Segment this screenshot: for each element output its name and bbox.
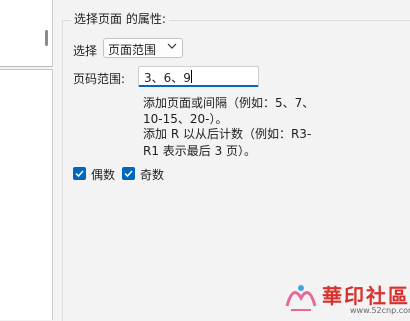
page-range-input[interactable]: 3、6、9 (138, 66, 259, 87)
watermark-title: 華印社區 (322, 284, 410, 308)
text-caret (191, 70, 192, 83)
help-line-1: 添加页面或间隔（例如：5、7、 (143, 96, 315, 110)
dropdown-value: 页面范围 (108, 43, 157, 57)
odd-label[interactable]: 奇数 (140, 166, 164, 183)
checkmark-icon (75, 170, 84, 178)
watermark-logo (285, 285, 317, 311)
even-label[interactable]: 偶数 (91, 166, 115, 183)
group-title: 选择页面 的属性: (71, 10, 169, 27)
page-range-label: 页码范围: (73, 72, 126, 86)
chevron-down-icon (167, 43, 177, 49)
checkmark-icon (124, 170, 133, 178)
select-label: 选择 (73, 44, 98, 58)
watermark-url: www.52cnp.com (350, 306, 410, 315)
page-range-value: 3、6、9 (144, 71, 191, 85)
page-selection-dropdown[interactable]: 页面范围 (103, 38, 183, 58)
odd-checkbox[interactable] (122, 167, 135, 180)
preview-list-bottom[interactable] (0, 69, 53, 320)
even-checkbox[interactable] (73, 167, 86, 180)
help-line-4: R1 表示最后 3 页）。 (143, 144, 257, 158)
left-pane (0, 0, 62, 320)
preview-list-top[interactable] (0, 0, 53, 67)
help-line-3: 添加 R 以从后计数（例如：R3- (143, 127, 312, 141)
scrollbar-thumb[interactable] (45, 30, 48, 46)
